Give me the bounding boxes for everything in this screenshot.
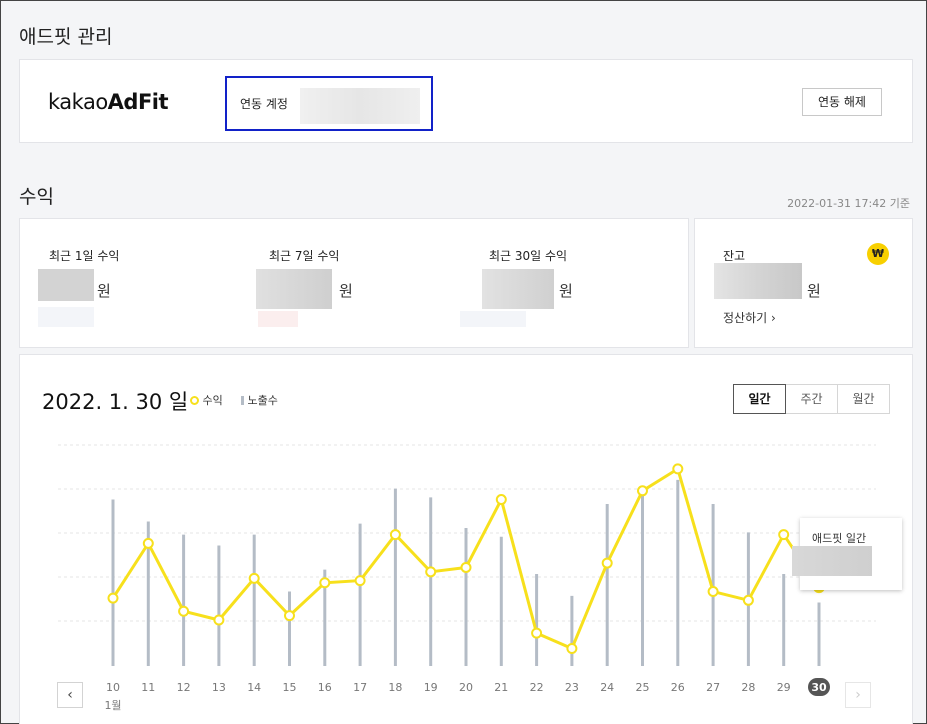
stat-unit-7day: 원 — [339, 282, 353, 300]
x-tick-label: 17 — [353, 681, 367, 694]
revenue-point — [425, 566, 437, 578]
won-icon: ₩ — [867, 243, 889, 265]
x-tick-label: 14 — [247, 681, 261, 694]
x-month-label: 1월 — [104, 699, 121, 712]
chart-card: 2022. 1. 30 일 수익 노출수 일간 주간 월간 10 11 12 13 14… — [19, 354, 913, 724]
x-tick-label: 21 — [494, 681, 508, 694]
stat-label-1day: 최근 1일 수익 — [49, 249, 120, 263]
x-tick-label: 26 — [671, 681, 685, 694]
stat-sub-7day-redacted — [258, 311, 298, 327]
stat-value-7day-redacted — [256, 269, 332, 309]
revenue-point — [672, 463, 684, 475]
stat-label-30day: 최근 30일 수익 — [489, 249, 568, 263]
x-tick-label: 27 — [706, 681, 720, 694]
as-of-timestamp: 2022-01-31 17:42 기준 — [787, 197, 910, 210]
x-tick-label: 18 — [388, 681, 402, 694]
balance-value-redacted — [714, 263, 802, 299]
balance-card: 잔고 ₩ 원 정산하기 › — [694, 218, 913, 348]
x-tick-label: 16 — [318, 681, 332, 694]
unlink-button[interactable]: 연동 해제 — [802, 88, 882, 116]
page-title: 애드핏 관리 — [19, 26, 113, 48]
revenue-point — [354, 575, 366, 587]
revenue-point — [601, 557, 613, 569]
linked-account-box: 연동 계정 — [225, 76, 433, 131]
stat-unit-30day: 원 — [559, 282, 573, 300]
tab-daily[interactable]: 일간 — [733, 384, 786, 414]
settle-link[interactable]: 정산하기 › — [723, 309, 776, 326]
linked-account-label: 연동 계정 — [240, 97, 288, 111]
x-tick-label: 22 — [530, 681, 544, 694]
revenue-section-title: 수익 — [19, 186, 54, 208]
linked-account-value-redacted — [300, 88, 420, 124]
x-tick-label: 24 — [600, 681, 614, 694]
revenue-point — [531, 627, 543, 639]
revenue-point — [637, 485, 648, 497]
x-tick-label: 19 — [424, 681, 438, 694]
stat-sub-1day-redacted — [38, 307, 94, 327]
chart-next-button[interactable]: › — [845, 682, 871, 708]
revenue-point — [142, 537, 154, 549]
x-tick-label: 13 — [212, 681, 226, 694]
balance-label: 잔고 — [723, 249, 746, 263]
revenue-stats-card: 최근 1일 수익 원 최근 7일 수익 원 최근 30일 수익 원 — [19, 218, 689, 348]
x-tick-label: 10 — [106, 681, 120, 694]
revenue-point — [248, 572, 260, 584]
x-tick-label: 23 — [565, 681, 579, 694]
x-tick-label: 29 — [777, 681, 791, 694]
tooltip-title: 애드핏 일간 — [812, 532, 867, 545]
x-tick-label: 28 — [741, 681, 755, 694]
x-tick-label: 15 — [283, 681, 297, 694]
revenue-point — [213, 614, 225, 626]
chart-prev-button[interactable]: ‹ — [57, 682, 83, 708]
stat-value-30day-redacted — [482, 269, 554, 309]
revenue-point — [495, 494, 507, 506]
x-tick-label: 30 — [811, 681, 827, 694]
revenue-point — [566, 642, 578, 654]
revenue-point — [107, 592, 119, 604]
account-card: kakaoAdFit 연동 계정 연동 해제 — [19, 59, 913, 143]
x-tick-label: 12 — [177, 681, 191, 694]
stat-unit-1day: 원 — [97, 282, 111, 300]
stat-value-1day-redacted — [38, 269, 94, 301]
x-tick-label: 20 — [459, 681, 473, 694]
x-tick-label: 25 — [636, 681, 650, 694]
stat-label-7day: 최근 7일 수익 — [269, 249, 340, 263]
revenue-point — [284, 610, 295, 622]
balance-unit: 원 — [807, 282, 821, 300]
revenue-point — [178, 605, 190, 617]
revenue-point — [460, 561, 472, 573]
revenue-point — [707, 586, 719, 598]
revenue-point — [742, 594, 754, 606]
x-tick-label: 11 — [141, 681, 155, 694]
revenue-point — [319, 577, 331, 589]
tooltip-value-redacted — [792, 546, 872, 576]
stat-sub-30day-redacted — [460, 311, 526, 327]
chart-tooltip: 애드핏 일간 — [792, 518, 902, 590]
revenue-point — [389, 529, 401, 541]
revenue-point — [778, 529, 790, 541]
kakao-adfit-logo: kakaoAdFit — [48, 90, 169, 114]
